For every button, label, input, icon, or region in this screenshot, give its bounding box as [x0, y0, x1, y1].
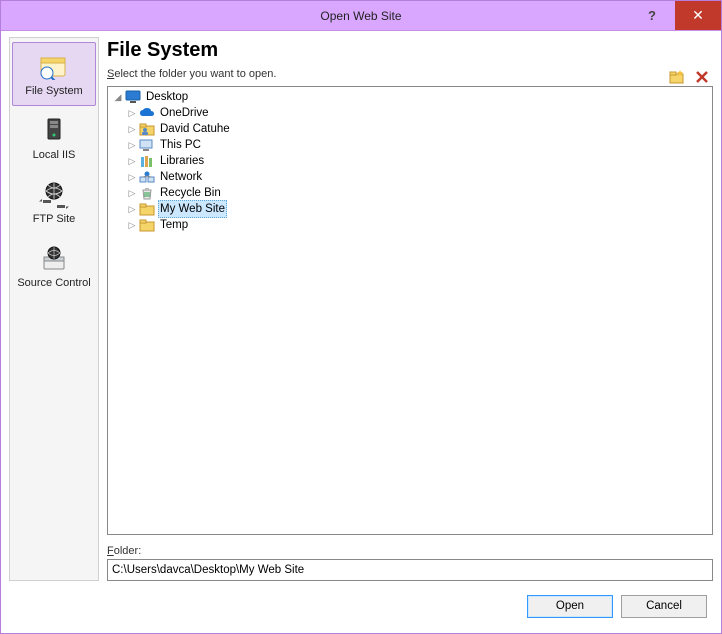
sidebar: File System Local IIS FTP Site Source Co…: [9, 37, 99, 581]
expander-icon[interactable]: ▷: [126, 123, 138, 135]
sidebar-item-label: FTP Site: [33, 213, 76, 225]
expander-icon[interactable]: ▷: [126, 107, 138, 119]
expander-icon[interactable]: ▷: [126, 139, 138, 151]
help-button[interactable]: ?: [629, 1, 675, 30]
tree-node-label: OneDrive: [158, 105, 211, 121]
folder-tree[interactable]: ◢ Desktop ▷ OneDrive ▷ David Catuhe: [107, 86, 713, 535]
delete-icon[interactable]: [695, 70, 709, 84]
open-button[interactable]: Open: [527, 595, 613, 618]
expander-icon[interactable]: ▷: [126, 187, 138, 199]
new-folder-icon[interactable]: [669, 70, 685, 84]
source-control-icon: [38, 243, 70, 275]
sidebar-item-label: File System: [25, 85, 82, 97]
panel-title: File System: [107, 39, 713, 62]
main-panel: File System Select the folder you want t…: [107, 37, 713, 581]
expander-open-icon[interactable]: ◢: [112, 91, 124, 103]
local-iis-icon: [38, 115, 70, 147]
sidebar-item-file-system[interactable]: File System: [12, 42, 96, 106]
tree-node-network[interactable]: ▷ Network: [108, 169, 712, 185]
panel-subtitle: Select the folder you want to open.: [107, 68, 669, 80]
recycle-icon: [139, 185, 155, 201]
tree-node-label: Desktop: [144, 89, 190, 105]
tree-node-label: Libraries: [158, 153, 206, 169]
tree-root[interactable]: ◢ Desktop: [108, 89, 712, 105]
folder-icon: [139, 217, 155, 233]
titlebar-buttons: ? ✕: [629, 1, 721, 30]
close-button[interactable]: ✕: [675, 1, 721, 30]
tree-node-label: This PC: [158, 137, 203, 153]
ftp-site-icon: [38, 179, 70, 211]
sidebar-item-source-control[interactable]: Source Control: [12, 234, 96, 298]
folder-path-row: Folder:: [107, 545, 713, 581]
network-icon: [139, 169, 155, 185]
expander-icon[interactable]: ▷: [126, 219, 138, 231]
tree-node-label: Temp: [158, 217, 190, 233]
tree-node-user[interactable]: ▷ David Catuhe: [108, 121, 712, 137]
expander-icon[interactable]: ▷: [126, 171, 138, 183]
tree-node-temp[interactable]: ▷ Temp: [108, 217, 712, 233]
dialog-window: Open Web Site ? ✕ File System Local IIS: [0, 0, 722, 634]
tree-node-label: My Web Site: [158, 200, 227, 218]
folder-icon: [139, 201, 155, 217]
tree-node-recycle[interactable]: ▷ Recycle Bin: [108, 185, 712, 201]
titlebar: Open Web Site ? ✕: [1, 1, 721, 31]
expander-icon[interactable]: ▷: [126, 203, 138, 215]
sidebar-item-ftp-site[interactable]: FTP Site: [12, 170, 96, 234]
sidebar-item-label: Local IIS: [33, 149, 76, 161]
desktop-icon: [125, 89, 141, 105]
toolbar: [669, 70, 713, 84]
libraries-icon: [139, 153, 155, 169]
dialog-footer: Open Cancel: [1, 589, 721, 633]
cancel-button[interactable]: Cancel: [621, 595, 707, 618]
tree-node-pc[interactable]: ▷ This PC: [108, 137, 712, 153]
tree-node-label: Network: [158, 169, 204, 185]
user-folder-icon: [139, 121, 155, 137]
window-title: Open Web Site: [1, 9, 721, 23]
folder-path-input[interactable]: [107, 559, 713, 581]
folder-label: Folder:: [107, 545, 713, 557]
tree-node-label: Recycle Bin: [158, 185, 223, 201]
tree-node-libraries[interactable]: ▷ Libraries: [108, 153, 712, 169]
sidebar-item-label: Source Control: [17, 277, 90, 289]
sidebar-item-local-iis[interactable]: Local IIS: [12, 106, 96, 170]
dialog-body: File System Local IIS FTP Site Source Co…: [1, 31, 721, 589]
onedrive-icon: [139, 105, 155, 121]
expander-icon[interactable]: ▷: [126, 155, 138, 167]
pc-icon: [139, 137, 155, 153]
tree-node-label: David Catuhe: [158, 121, 232, 137]
file-system-icon: [38, 51, 70, 83]
tree-node-mywebsite[interactable]: ▷ My Web Site: [108, 201, 712, 217]
tree-node-onedrive[interactable]: ▷ OneDrive: [108, 105, 712, 121]
